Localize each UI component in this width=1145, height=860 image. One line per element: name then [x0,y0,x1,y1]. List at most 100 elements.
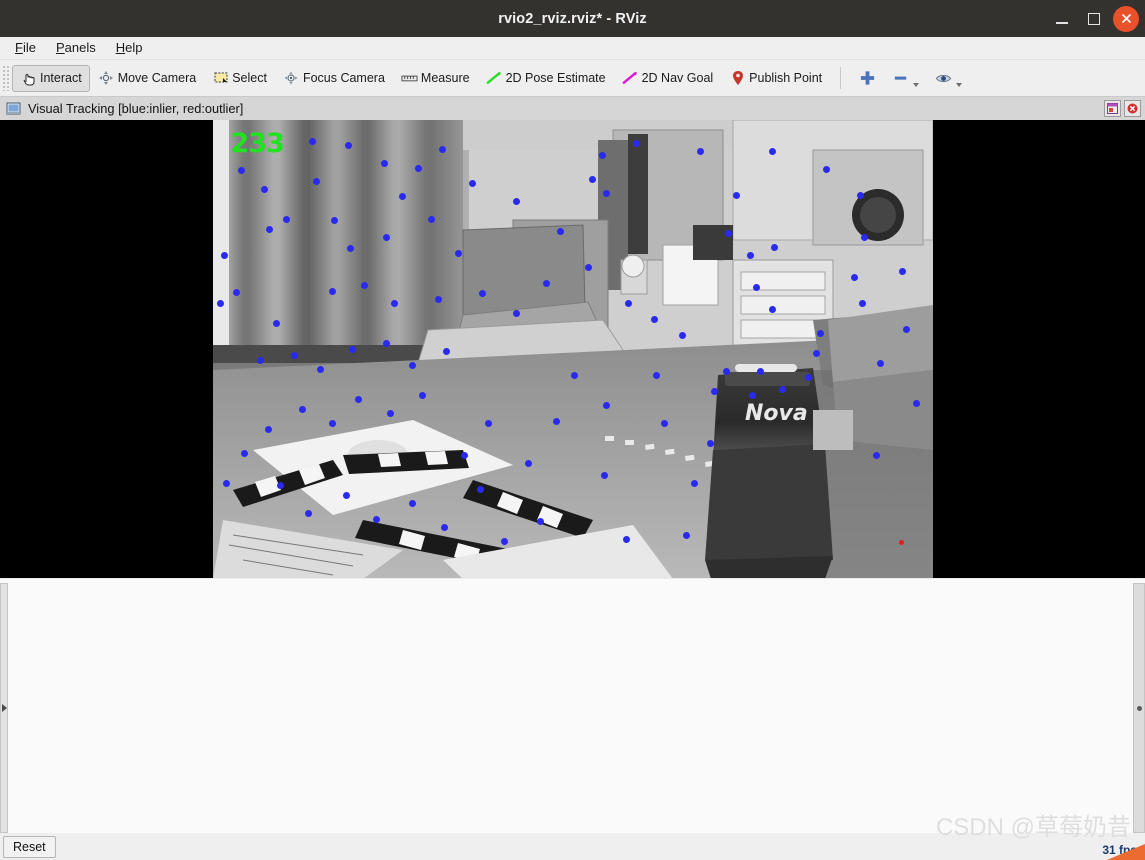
feature-point [408,362,416,369]
feature-point [542,280,550,287]
menu-help[interactable]: Help [108,38,151,58]
feature-point [304,510,312,517]
feature-point [360,282,368,289]
tool-interact[interactable]: Interact [12,64,90,92]
scene-graphic: Nova [212,120,933,579]
feature-point [408,500,416,507]
feature-point [476,486,484,493]
feature-point [812,350,820,357]
right-panel-splitter[interactable] [1133,583,1145,833]
feature-point [778,386,786,393]
add-tool-button[interactable] [851,65,884,92]
feature-point [912,400,920,407]
tool-move-camera-label: Move Camera [117,71,197,85]
window-controls [1047,0,1141,37]
feature-point [632,140,640,147]
feature-point [678,332,686,339]
feature-point [222,480,230,487]
feature-point [652,372,660,379]
feature-point [822,166,830,173]
feature-point [434,296,442,303]
feature-point [272,320,280,327]
panel-title: Visual Tracking [blue:inlier, red:outlie… [28,101,244,116]
close-icon [1113,5,1139,32]
feature-point [682,532,690,539]
feature-count-overlay: 233 [230,128,285,159]
minus-icon [892,70,909,87]
feature-point [536,518,544,525]
menu-panels[interactable]: Panels [48,38,104,58]
render-view-3d[interactable] [0,579,1145,837]
plus-icon [859,70,876,87]
toolbar-grip[interactable] [2,65,10,91]
feature-point [512,310,520,317]
hand-cursor-icon [20,70,37,87]
chevron-down-icon[interactable] [913,82,920,87]
feature-point [427,216,435,223]
chevron-down-icon-2[interactable] [956,82,963,87]
map-pin-icon [729,70,746,87]
feature-point [276,482,284,489]
camera-image-stage[interactable]: Nova 233 [0,120,1145,579]
visual-tracking-panel: Visual Tracking [blue:inlier, red:outlie… [0,97,1145,579]
panel-buttons [1104,100,1141,117]
feature-point [722,368,730,375]
tool-focus-camera-label: Focus Camera [302,71,385,85]
feature-point [216,300,224,307]
feature-point [342,492,350,499]
feature-point [804,374,812,381]
feature-point [454,250,462,257]
tool-focus-camera[interactable]: Focus Camera [275,65,393,92]
panel-header: Visual Tracking [blue:inlier, red:outlie… [0,97,1145,120]
toolbar-separator [840,67,842,89]
feature-point [290,352,298,359]
feature-point [382,340,390,347]
tool-move-camera[interactable]: Move Camera [90,65,205,92]
menu-bar: File Panels Help [0,37,1145,60]
chevron-right-icon [1,704,7,712]
feature-point [876,360,884,367]
reset-button[interactable]: Reset [3,836,56,858]
feature-point [556,228,564,235]
magenta-arrow-icon [622,70,639,87]
feature-point [752,284,760,291]
minimize-icon [1056,21,1068,24]
feature-point [312,178,320,185]
maximize-button[interactable] [1079,4,1109,34]
image-panel-icon [5,100,22,117]
feature-point [372,516,380,523]
tool-measure[interactable]: Measure [393,65,478,92]
feature-point [690,480,698,487]
feature-point [344,142,352,149]
tool-publish-point[interactable]: Publish Point [721,65,830,92]
feature-point [748,392,756,399]
tool-select[interactable]: Select [204,65,275,92]
status-bar: Reset CSDN @草莓奶昔 31 fps [0,814,1145,860]
feature-point [330,217,338,224]
close-button[interactable] [1111,4,1141,34]
tool-measure-label: Measure [420,71,470,85]
corner-accent [1107,844,1145,860]
tool-select-label: Select [232,71,267,85]
menu-file[interactable]: File [7,38,44,58]
feature-point [282,216,290,223]
feature-point [552,418,560,425]
panel-close-button[interactable] [1124,100,1141,117]
green-arrow-icon [486,70,503,87]
splitter-grip-icon [1136,705,1142,711]
camera-image[interactable]: Nova 233 [212,120,933,579]
panel-float-button[interactable] [1104,100,1121,117]
feature-point [260,186,268,193]
remove-tool-button[interactable] [884,65,927,92]
select-rectangle-icon [212,70,229,87]
move-camera-icon [98,70,115,87]
tool-2d-pose-estimate[interactable]: 2D Pose Estimate [478,65,614,92]
minimize-button[interactable] [1047,4,1077,34]
feature-point [298,406,306,413]
tool-visibility-button[interactable] [927,65,970,92]
tool-2d-nav-goal[interactable]: 2D Nav Goal [614,65,722,92]
feature-point [622,536,630,543]
ruler-icon [401,70,418,87]
feature-point [380,160,388,167]
left-panel-splitter[interactable] [0,583,8,833]
